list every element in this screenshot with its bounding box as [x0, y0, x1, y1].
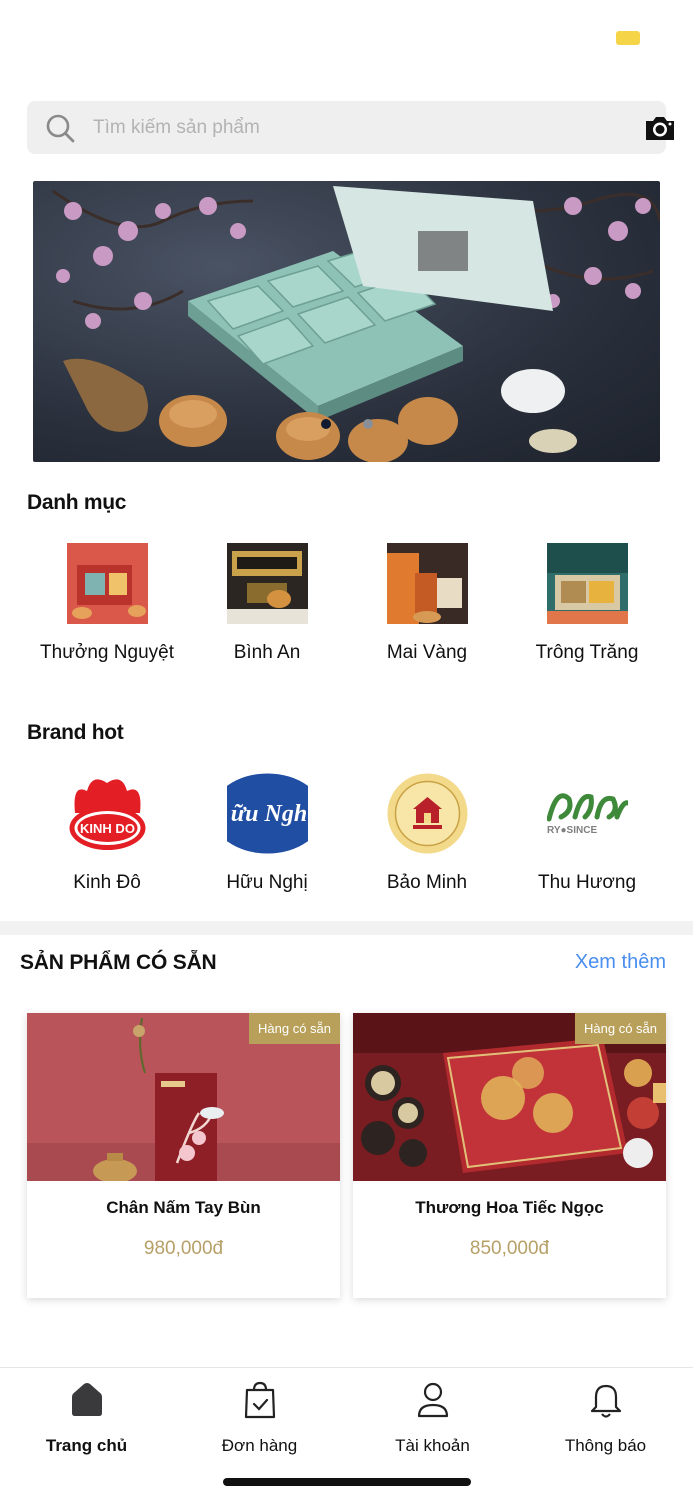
category-binh-an[interactable]: Bình An — [187, 543, 347, 664]
nav-item-orders[interactable]: Đơn hàng — [173, 1380, 346, 1456]
category-trong-trang[interactable]: Trông Trăng — [507, 543, 667, 664]
carousel-dot-2[interactable] — [362, 419, 373, 429]
camera-icon[interactable] — [643, 113, 677, 143]
nav-label: Thông báo — [564, 1436, 647, 1455]
categories-row: Thưởng Nguyệt Bình An Mai Vàng Trông Tră… — [27, 543, 667, 664]
nav-item-account[interactable]: Tài khoản — [346, 1380, 519, 1456]
bell-icon — [590, 1384, 621, 1418]
category-thumbnail — [546, 543, 628, 624]
category-thumbnail — [226, 543, 308, 624]
product-card[interactable]: Hàng có sẵn Thương Hoa Tiếc Ngọc 850,000… — [353, 1013, 666, 1298]
brand-logo: RY●SINCE — [546, 773, 628, 854]
nav-label: Đơn hàng — [221, 1436, 298, 1455]
category-thuong-nguyet[interactable]: Thưởng Nguyệt — [27, 543, 187, 664]
brand-bao-minh[interactable]: Bảo Minh — [347, 773, 507, 894]
brand-kinh-do[interactable]: KINH DO Kinh Đô — [27, 773, 187, 894]
section-divider — [0, 921, 693, 935]
brands-row: KINH DO Kinh Đô ữu Ngh Hữu Nghị Bảo Minh… — [27, 773, 667, 894]
nav-label: Tài khoản — [395, 1436, 470, 1455]
brand-label: Bảo Minh — [386, 872, 468, 893]
in-stock-badge: Hàng có sẵn — [249, 1013, 340, 1044]
carousel-dots[interactable] — [33, 419, 660, 429]
nav-label: Trang chủ — [45, 1436, 128, 1455]
in-stock-badge: Hàng có sẵn — [575, 1013, 666, 1044]
product-price: 980,000đ — [143, 1238, 224, 1259]
brand-label: Hữu Nghị — [226, 872, 308, 893]
svg-text:ữu Ngh: ữu Ngh — [230, 801, 306, 827]
category-label: Thưởng Nguyệt — [40, 642, 174, 663]
category-thumbnail — [386, 543, 468, 624]
brand-thu-huong[interactable]: RY●SINCE Thu Hương — [507, 773, 667, 894]
brands-title: Brand hot — [27, 721, 124, 744]
brand-huu-nghi[interactable]: ữu Ngh Hữu Nghị — [187, 773, 347, 894]
category-label: Trông Trăng — [535, 642, 639, 663]
brand-label: Thu Hương — [537, 872, 637, 893]
status-indicator — [616, 31, 640, 45]
category-thumbnail — [66, 543, 148, 624]
search-bar[interactable] — [27, 101, 674, 154]
see-more-link[interactable]: Xem thêm — [575, 951, 666, 974]
nav-item-home[interactable]: Trang chủ — [0, 1380, 173, 1456]
category-label: Mai Vàng — [386, 642, 468, 663]
user-icon — [417, 1382, 448, 1418]
product-name: Thương Hoa Tiếc Ngọc — [415, 1198, 604, 1217]
search-icon — [46, 114, 75, 143]
available-products-title: SẢN PHẨM CÓ SẴN — [20, 951, 217, 974]
shopping-bag-icon — [244, 1381, 275, 1419]
brand-logo — [386, 773, 468, 854]
category-mai-vang[interactable]: Mai Vàng — [347, 543, 507, 664]
home-icon — [71, 1383, 102, 1416]
product-price: 850,000đ — [469, 1238, 550, 1259]
svg-text:KINH DO: KINH DO — [80, 821, 135, 836]
product-image: Hàng có sẵn — [353, 1013, 666, 1181]
brand-logo: ữu Ngh — [226, 773, 308, 854]
carousel-dot-1[interactable] — [320, 419, 331, 429]
search-input[interactable] — [93, 109, 593, 147]
product-image: Hàng có sẵn — [27, 1013, 340, 1181]
brand-logo: KINH DO — [66, 773, 148, 854]
category-label: Bình An — [233, 642, 301, 663]
brand-label: Kinh Đô — [73, 872, 141, 893]
nav-item-notifications[interactable]: Thông báo — [519, 1380, 692, 1456]
product-card[interactable]: Hàng có sẵn Chân Nấm Tay Bùn 980,000đ — [27, 1013, 340, 1298]
promo-banner[interactable] — [33, 181, 660, 462]
product-name: Chân Nấm Tay Bùn — [106, 1198, 261, 1217]
home-indicator[interactable] — [223, 1478, 471, 1486]
svg-text:RY●SINCE: RY●SINCE — [547, 825, 597, 836]
categories-title: Danh mục — [27, 491, 127, 514]
